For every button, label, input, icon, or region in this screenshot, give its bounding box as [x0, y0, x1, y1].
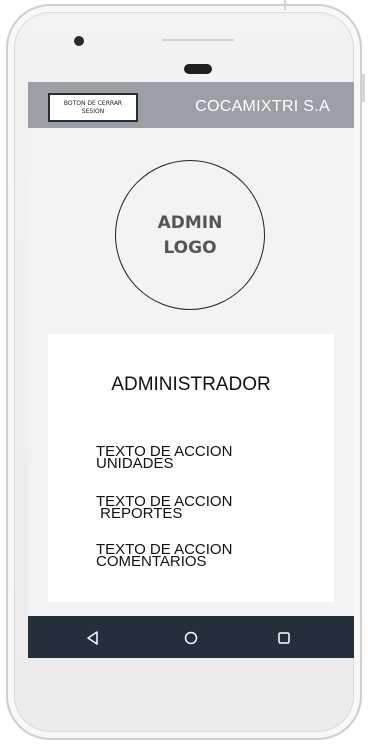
home-icon[interactable] — [180, 627, 202, 649]
system-nav-bar — [28, 616, 354, 658]
recents-icon[interactable] — [273, 627, 295, 649]
admin-card: ADMINISTRADOR TEXTO DE ACCION UNIDADES T… — [48, 334, 334, 602]
logout-button-label-line1: BOTON DE CERRAR — [63, 100, 123, 107]
action-comentarios[interactable]: TEXTO DE ACCION COMENTARIOS — [96, 542, 232, 569]
app-screen: BOTON DE CERRAR SESION COCAMIXTRI S.A AD… — [28, 82, 354, 658]
earpiece — [184, 64, 212, 74]
back-icon[interactable] — [82, 627, 104, 649]
app-title: COCAMIXTRI S.A — [195, 98, 330, 115]
admin-logo-line2: LOGO — [163, 238, 217, 258]
volume-button — [362, 74, 365, 102]
admin-logo-line1: ADMIN — [157, 213, 223, 233]
action-reportes[interactable]: TEXTO DE ACCION REPORTES — [96, 494, 232, 521]
power-button — [284, 0, 286, 10]
logout-button[interactable]: BOTON DE CERRAR SESION — [48, 93, 138, 122]
admin-logo: ADMIN LOGO — [115, 160, 265, 310]
front-camera — [74, 36, 84, 46]
logout-button-label-line2: SESION — [81, 108, 105, 115]
action-unidades[interactable]: TEXTO DE ACCION UNIDADES — [96, 444, 232, 471]
card-title: ADMINISTRADOR — [111, 374, 271, 395]
speaker-grille — [162, 39, 234, 41]
app-bar: BOTON DE CERRAR SESION COCAMIXTRI S.A — [28, 82, 354, 128]
